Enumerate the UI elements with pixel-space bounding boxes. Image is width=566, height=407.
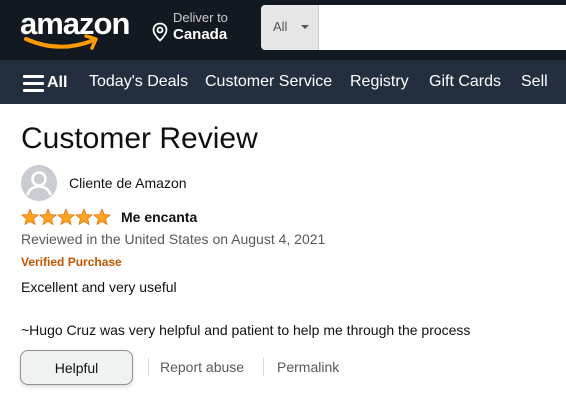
reviewer-name[interactable]: Cliente de Amazon	[69, 174, 187, 192]
star-icon	[57, 208, 75, 225]
nav-link-sell[interactable]: Sell	[521, 72, 548, 92]
nav-link-todays-deals[interactable]: Today's Deals	[89, 72, 188, 92]
logo-smile-icon	[24, 34, 98, 50]
nav-link-registry[interactable]: Registry	[350, 72, 409, 92]
action-divider	[148, 358, 149, 376]
review-date: Reviewed in the United States on August …	[21, 231, 326, 247]
star-icon	[93, 208, 111, 225]
star-icon	[39, 208, 57, 225]
location-pin-icon	[152, 22, 168, 42]
verified-purchase-badge: Verified Purchase	[21, 255, 122, 269]
amazon-logo[interactable]: amazon	[20, 6, 132, 50]
deliver-to-country: Canada	[173, 26, 228, 43]
action-divider	[263, 358, 264, 376]
main-nav-bar: All Today's Deals Customer Service Regis…	[0, 60, 566, 104]
nav-link-gift-cards[interactable]: Gift Cards	[429, 72, 501, 92]
permalink-link[interactable]: Permalink	[277, 358, 339, 376]
hamburger-menu-icon	[23, 75, 44, 92]
report-abuse-link[interactable]: Report abuse	[160, 358, 244, 376]
helpful-button[interactable]: Helpful	[20, 350, 133, 385]
review-body-line: Excellent and very useful	[21, 279, 177, 295]
default-avatar-icon	[21, 165, 57, 201]
deliver-to[interactable]: Deliver to Canada	[150, 9, 250, 49]
caret-down-icon	[301, 25, 309, 29]
review-body-line: ~Hugo Cruz was very helpful and patient …	[21, 322, 471, 338]
deliver-to-label: Deliver to	[173, 10, 228, 25]
search-bar: All	[261, 5, 566, 50]
nav-link-customer-service[interactable]: Customer Service	[205, 72, 332, 92]
search-category-label: All	[273, 19, 288, 34]
star-rating[interactable]	[21, 208, 111, 226]
page-title: Customer Review	[21, 122, 258, 155]
review-title[interactable]: Me encanta	[121, 208, 197, 226]
star-icon	[75, 208, 93, 225]
search-category-dropdown[interactable]: All	[261, 5, 319, 50]
top-header: amazon Deliver to Canada All	[0, 0, 566, 60]
all-menu-button[interactable]: All	[21, 73, 71, 93]
star-icon	[21, 208, 39, 225]
search-input[interactable]	[319, 5, 566, 50]
all-menu-label: All	[47, 74, 68, 91]
